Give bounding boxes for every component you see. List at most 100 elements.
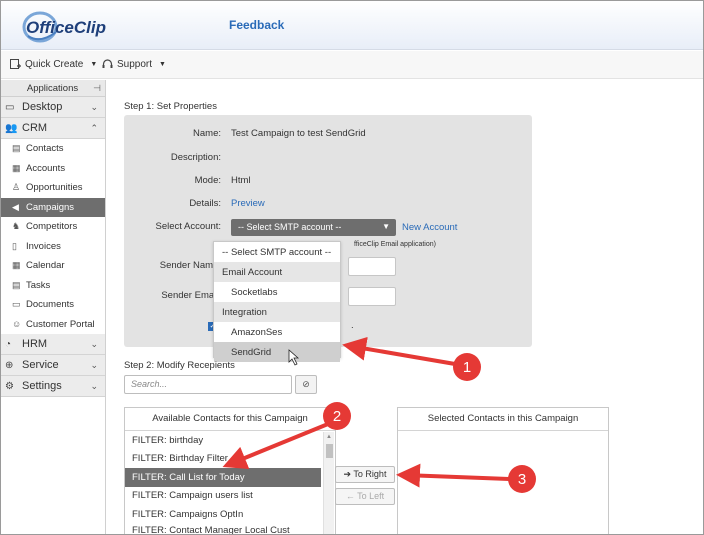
recipient-search-input[interactable]: Search...: [124, 375, 292, 394]
arrow-left-icon: ←: [345, 491, 355, 501]
dropdown-option[interactable]: AmazonSes: [214, 322, 340, 342]
available-contacts-header: Available Contacts for this Campaign: [125, 408, 335, 431]
list-item[interactable]: FILTER: Campaigns OptIn: [125, 505, 321, 524]
sidebar-item-calendar[interactable]: ▦ Calendar: [0, 256, 105, 276]
selected-contacts-header: Selected Contacts in this Campaign: [398, 408, 608, 431]
clear-search-button[interactable]: ⊘: [295, 375, 317, 394]
support-label: Support: [117, 59, 153, 70]
dropdown-group-header: Email Account: [214, 262, 340, 282]
applications-bar: Applications ⊣: [0, 80, 105, 97]
sidebar-item-label: Accounts: [26, 162, 66, 174]
details-label: Details:: [189, 198, 221, 209]
trophy-icon: ♙: [12, 182, 21, 193]
sidebar-item-invoices[interactable]: ▯ Invoices: [0, 237, 105, 257]
description-label: Description:: [170, 152, 221, 163]
section-settings[interactable]: ⚙ Settings ⌄: [0, 376, 105, 397]
building-icon: ▦: [12, 162, 21, 173]
sidebar-item-contacts[interactable]: ▤ Contacts: [0, 139, 105, 159]
mode-label: Mode:: [194, 175, 221, 186]
feedback-link[interactable]: Feedback: [229, 18, 284, 32]
chevron-down-icon: ⌄: [90, 339, 98, 349]
to-right-button[interactable]: ➔ To Right: [335, 466, 395, 483]
sidebar-item-label: Contacts: [26, 143, 64, 155]
section-crm[interactable]: 👥 CRM ⌃: [0, 118, 105, 139]
app-logo[interactable]: OfficeClip: [26, 18, 106, 38]
tasks-icon: ▤: [12, 279, 21, 290]
available-contacts-list: Available Contacts for this Campaign FIL…: [124, 407, 336, 535]
support-menu[interactable]: Support ▼: [102, 59, 166, 70]
section-desktop[interactable]: ▭ Desktop ⌄: [0, 97, 105, 118]
quick-create-menu[interactable]: Quick Create ▼: [10, 59, 97, 70]
chevron-down-icon: ▼: [382, 222, 390, 231]
sidebar-item-competitors[interactable]: ♞ Competitors: [0, 217, 105, 237]
chevron-down-icon: ⌄: [90, 102, 98, 112]
sender-email-input[interactable]: [348, 287, 396, 306]
list-item-selected[interactable]: FILTER: Call List for Today: [125, 468, 321, 487]
smtp-account-select-value: -- Select SMTP account --: [238, 222, 342, 232]
sidebar-item-label: Opportunities: [26, 182, 83, 194]
top-menubar: Quick Create ▼ Support ▼: [0, 51, 704, 79]
arrow-right-icon: ➔: [343, 469, 352, 479]
section-hrm[interactable]: ◔ HRM ⌄: [0, 334, 105, 355]
sender-name-input[interactable]: [348, 257, 396, 276]
section-crm-label: CRM: [22, 122, 48, 134]
list-item[interactable]: FILTER: Birthday Filter: [125, 450, 321, 469]
checkbox-label-tail: .: [351, 320, 354, 331]
hrm-icon: ◔: [5, 338, 12, 350]
list-item[interactable]: FILTER: birthday: [125, 431, 321, 450]
new-account-link[interactable]: New Account: [402, 222, 457, 233]
headset-icon: [102, 59, 113, 68]
users-cog-icon: ☺: [12, 319, 22, 330]
dropdown-option[interactable]: Socketlabs: [214, 282, 340, 302]
dropdown-group-header: Integration: [214, 302, 340, 322]
select-account-label: Select Account:: [155, 221, 221, 232]
chevron-down-icon: ▼: [159, 61, 166, 68]
sidebar-item-opportunities[interactable]: ♙ Opportunities: [0, 178, 105, 198]
crm-submenu: ▤ Contacts ▦ Accounts ♙ Opportunities ◀ Camp…: [0, 139, 105, 334]
main-content: Step 1: Set Properties Name: Test Campai…: [106, 80, 704, 535]
desktop-icon: ▭: [5, 101, 15, 113]
calendar-icon: ▦: [12, 260, 21, 271]
quick-create-icon: [10, 59, 21, 69]
section-desktop-label: Desktop: [22, 101, 63, 113]
step2-title: Step 2: Modify Recepients: [124, 360, 235, 371]
sidebar-item-label: Calendar: [26, 260, 65, 272]
sidebar-item-accounts[interactable]: ▦ Accounts: [0, 159, 105, 179]
list-item[interactable]: FILTER: Campaign users list: [125, 487, 321, 506]
preview-link[interactable]: Preview: [231, 198, 265, 209]
to-left-button[interactable]: ← To Left: [335, 488, 395, 505]
sidebar-item-label: Customer Portal: [26, 318, 95, 330]
sidebar-item-campaigns[interactable]: ◀ Campaigns: [0, 197, 105, 217]
chevron-down-icon: ⌄: [90, 360, 98, 370]
section-service[interactable]: ⊕ Service ⌄: [0, 355, 105, 376]
pin-icon[interactable]: ⊣: [93, 83, 101, 94]
chess-knight-icon: ♞: [12, 221, 21, 232]
sidebar-item-documents[interactable]: ▭ Documents: [0, 295, 105, 315]
selected-contacts-list: Selected Contacts in this Campaign: [397, 407, 609, 535]
sidebar-item-customer-portal[interactable]: ☺ Customer Portal: [0, 315, 105, 335]
mode-value: Html: [231, 175, 251, 186]
applications-label: Applications: [26, 82, 79, 94]
dropdown-option-highlighted[interactable]: SendGrid: [214, 342, 340, 362]
step1-title: Step 1: Set Properties: [124, 101, 217, 112]
section-hrm-label: HRM: [22, 338, 48, 350]
list-scrollbar[interactable]: ▲: [323, 432, 334, 535]
dropdown-option[interactable]: -- Select SMTP account --: [214, 242, 340, 262]
list-item[interactable]: FILTER: Contact Manager Local Cust: [125, 524, 321, 534]
sidebar-item-label: Competitors: [26, 221, 78, 233]
chevron-down-icon: ⌄: [90, 381, 98, 391]
section-service-label: Service: [22, 359, 59, 371]
scroll-up-icon[interactable]: ▲: [326, 434, 332, 440]
email-application-note: fficeClip Email application): [354, 241, 436, 248]
sidebar-item-tasks[interactable]: ▤ Tasks: [0, 276, 105, 296]
scrollbar-thumb[interactable]: [326, 444, 333, 458]
folder-icon: ▭: [12, 299, 21, 310]
quick-create-label: Quick Create: [25, 59, 84, 70]
app-header: OfficeClip Feedback: [0, 0, 704, 50]
globe-icon: ⊕: [5, 359, 14, 371]
ban-icon: ⊘: [302, 379, 310, 389]
smtp-account-select[interactable]: -- Select SMTP account -- ▼: [231, 219, 396, 236]
chevron-down-icon: ▼: [90, 61, 98, 68]
name-label: Name:: [193, 128, 221, 139]
to-left-label: To Left: [357, 491, 385, 501]
